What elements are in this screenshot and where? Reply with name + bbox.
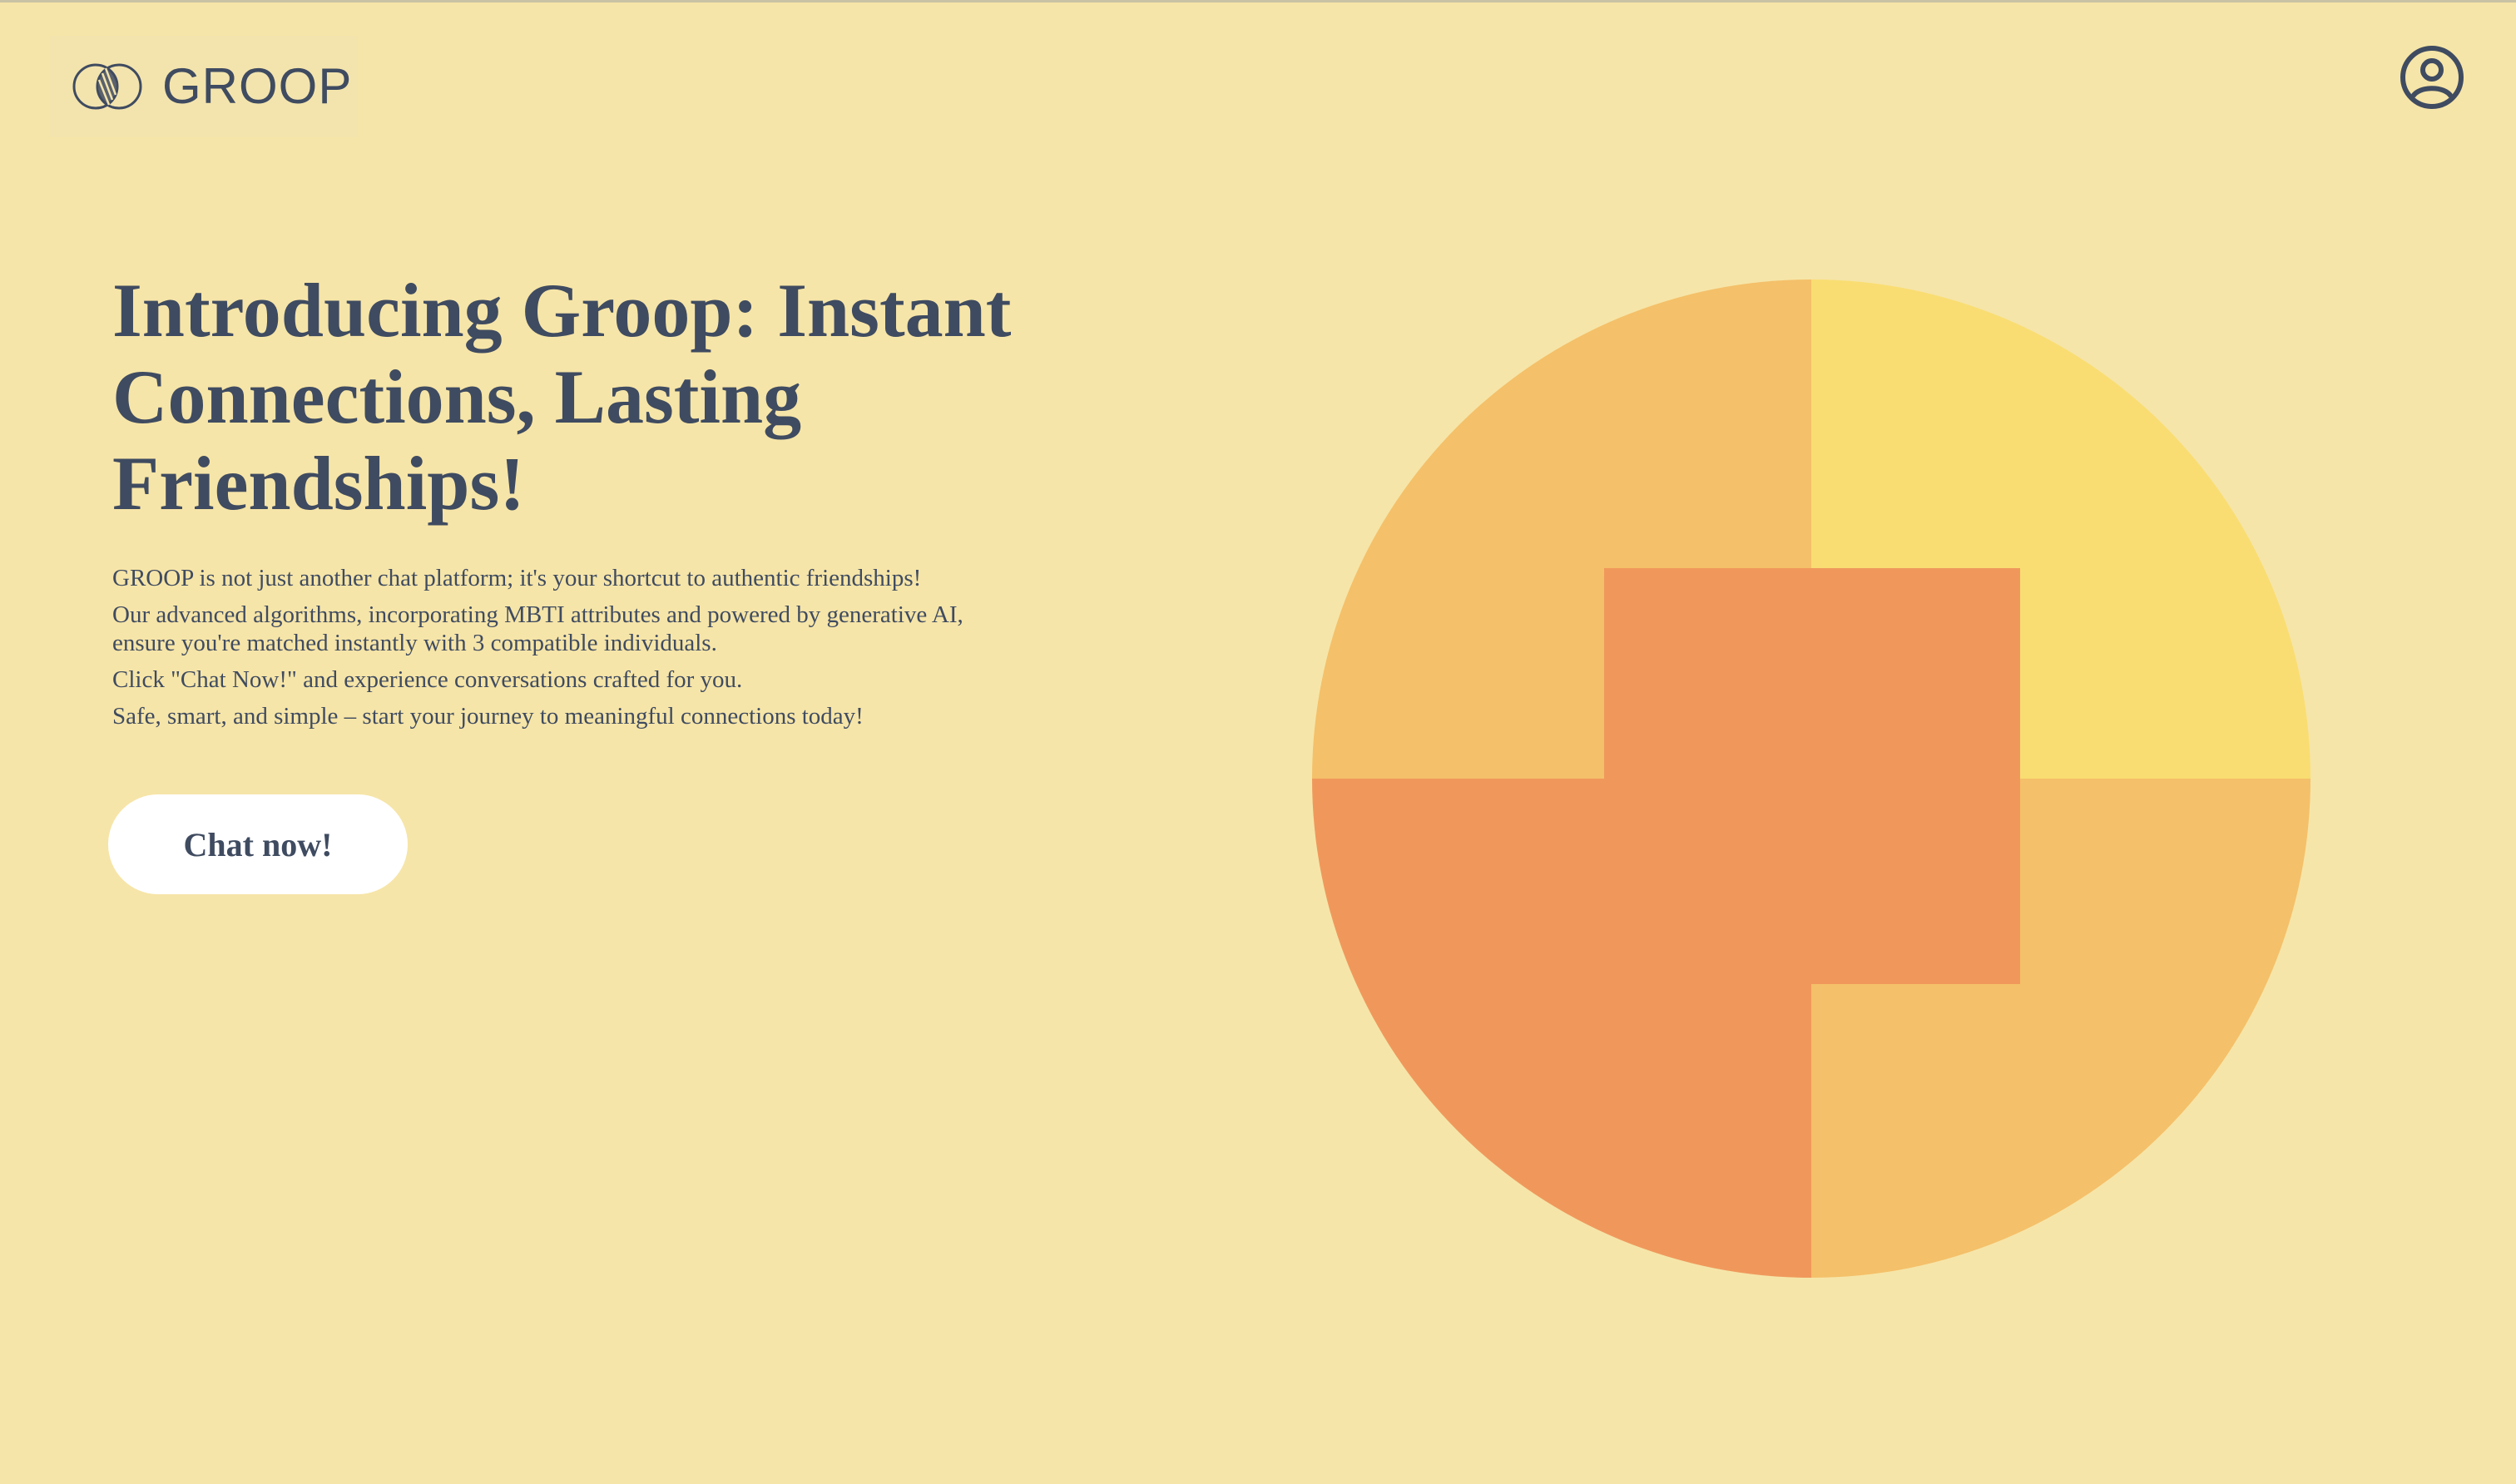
- interlocking-circles-leaf-icon: [72, 63, 142, 110]
- brand-name: GROOP: [162, 58, 353, 114]
- chat-now-button[interactable]: Chat now!: [108, 794, 408, 894]
- hero-illustration: [1312, 279, 2310, 1278]
- brand-logo[interactable]: GROOP: [50, 36, 358, 137]
- hero-headline: Introducing Groop: Instant Connections, …: [112, 268, 1012, 526]
- hero-description: GROOP is not just another chat platform;…: [112, 564, 986, 739]
- hero-paragraph: GROOP is not just another chat platform;…: [112, 565, 922, 591]
- illustration-center-square: [1604, 568, 2020, 984]
- user-circle-icon: [2400, 46, 2464, 109]
- landing-page: GROOP Introducing Groop: Instant Connect…: [0, 0, 2516, 1484]
- hero-paragraph: Safe, smart, and simple – start your jou…: [112, 703, 864, 730]
- profile-button[interactable]: [2399, 44, 2465, 111]
- hero-paragraph: Our advanced algorithms, incorporating M…: [112, 601, 963, 656]
- hero-paragraph: Click "Chat Now!" and experience convers…: [112, 666, 743, 693]
